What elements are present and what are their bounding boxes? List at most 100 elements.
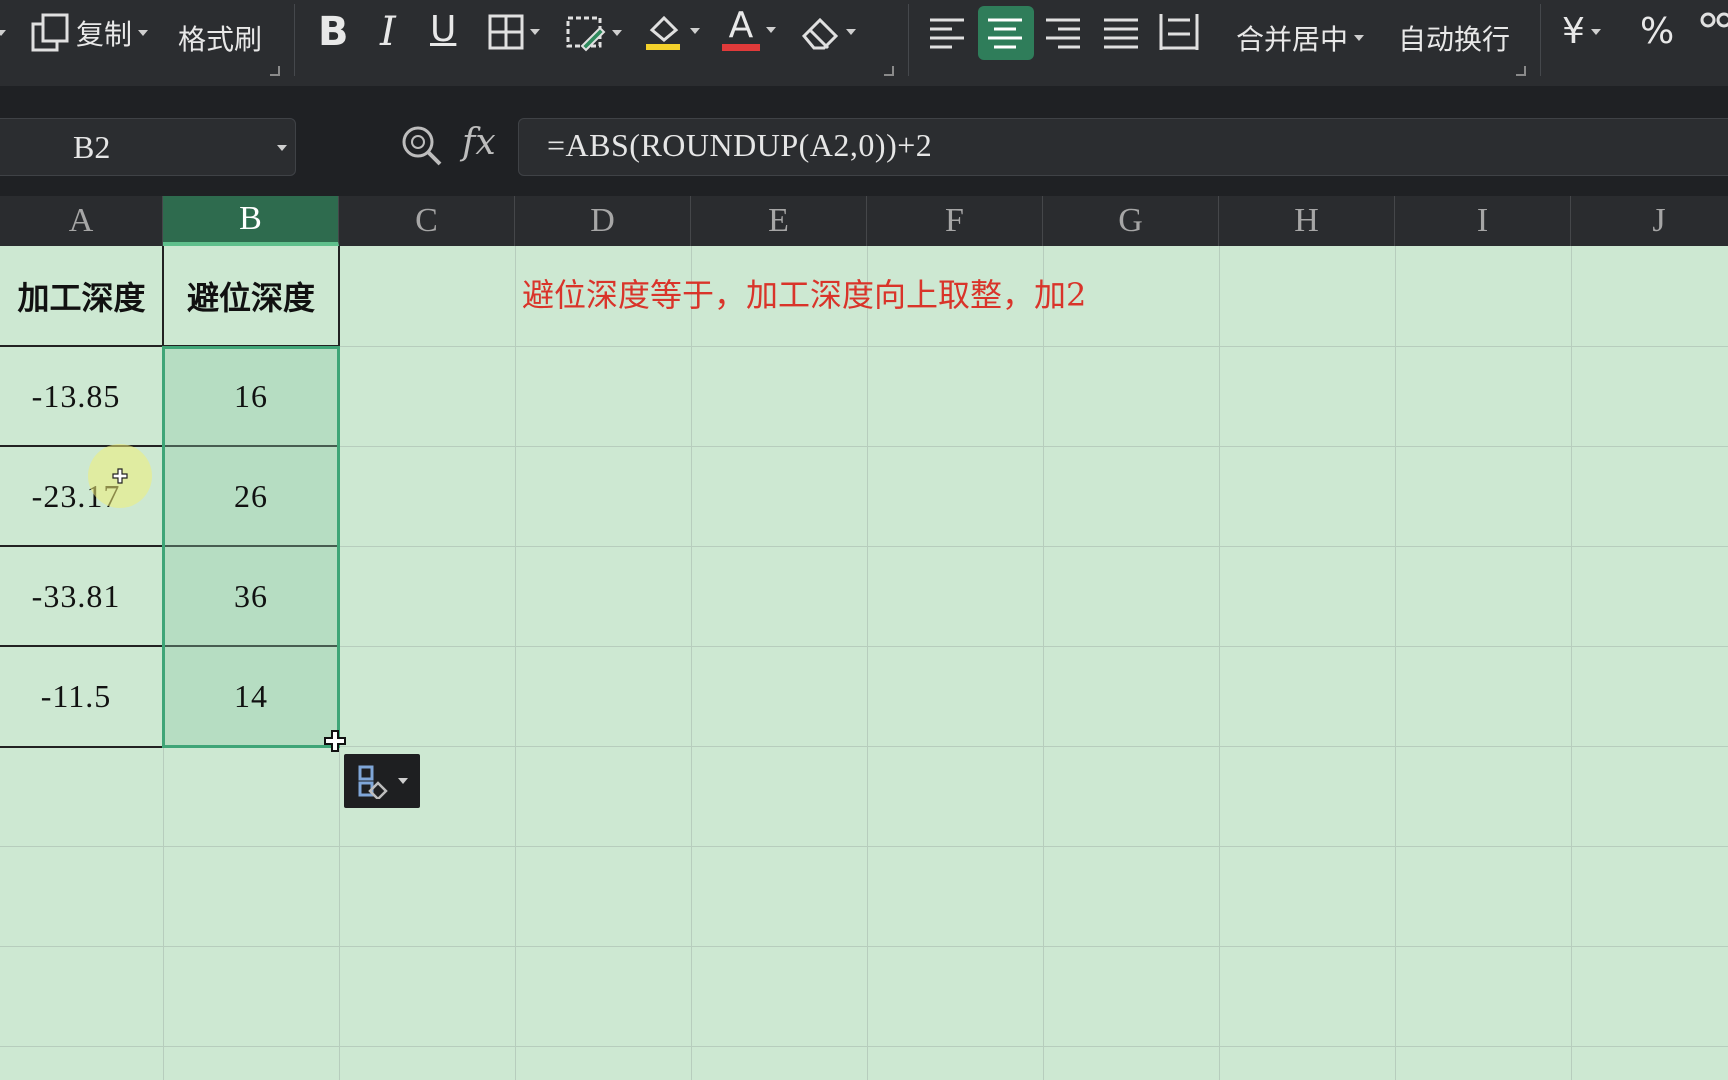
font-color-button[interactable]: A xyxy=(722,8,776,51)
cell-a2[interactable]: -13.85 xyxy=(0,346,152,446)
gridline xyxy=(691,246,692,1080)
separator xyxy=(294,4,295,76)
align-left-icon xyxy=(930,18,964,49)
wrap-text-button[interactable]: 自动换行 xyxy=(1398,18,1510,58)
eraser-icon xyxy=(801,17,839,50)
currency-dropdown-caret[interactable] xyxy=(1590,29,1601,35)
merge-center-dropdown-caret[interactable] xyxy=(1354,35,1365,41)
merge-center-label: 合并居中 xyxy=(1236,23,1349,56)
align-left-button[interactable] xyxy=(928,16,966,50)
column-header-g[interactable]: G xyxy=(1043,196,1219,246)
decimal-button[interactable] xyxy=(1700,10,1728,40)
underline-button[interactable]: U xyxy=(430,10,456,50)
align-right-button[interactable] xyxy=(1044,16,1082,50)
column-header-f[interactable]: F xyxy=(867,196,1043,246)
align-right-icon xyxy=(1046,18,1080,49)
cell-style-dropdown-caret[interactable] xyxy=(612,30,622,36)
font-color-bar xyxy=(722,44,760,51)
cell-b1[interactable]: 避位深度 xyxy=(163,246,339,346)
borders-button[interactable] xyxy=(488,14,540,50)
gridline xyxy=(1043,246,1044,1080)
gridline xyxy=(0,946,1728,947)
borders-icon xyxy=(488,14,524,50)
underline-icon: U xyxy=(430,9,457,50)
italic-icon: I xyxy=(380,9,396,55)
cell-a4[interactable]: -33.81 xyxy=(0,546,152,646)
cell-b4[interactable]: 36 xyxy=(163,546,339,646)
column-header-h[interactable]: H xyxy=(1219,196,1395,246)
name-box-value: B2 xyxy=(73,129,111,165)
align-center-icon xyxy=(988,18,1022,49)
cell-a1[interactable]: 加工深度 xyxy=(0,246,163,346)
merge-center-button[interactable]: 合并居中 xyxy=(1236,18,1365,58)
copy-icon xyxy=(31,13,69,52)
gridline xyxy=(0,1046,1728,1047)
name-box[interactable]: B2 xyxy=(0,118,296,176)
copy-label: 复制 xyxy=(76,18,133,51)
cell-b5[interactable]: 14 xyxy=(163,646,339,746)
distribute-icon xyxy=(1159,14,1199,50)
copy-dropdown-caret[interactable] xyxy=(138,30,149,36)
bold-icon: B xyxy=(318,9,349,55)
formula-input[interactable]: =ABS(ROUNDUP(A2,0))+2 xyxy=(518,118,1728,176)
justify-button[interactable] xyxy=(1102,16,1140,50)
column-header-i[interactable]: I xyxy=(1395,196,1571,246)
bold-button[interactable]: B xyxy=(318,12,349,52)
format-painter-label: 格式刷 xyxy=(178,23,263,56)
cell-style-button[interactable] xyxy=(566,14,622,52)
paste-options-icon xyxy=(358,765,388,799)
cell-a5[interactable]: -11.5 xyxy=(0,646,152,746)
insert-function-button[interactable]: fx xyxy=(462,122,496,163)
cell-format-icon xyxy=(566,16,606,52)
cursor-icon xyxy=(112,468,128,488)
distributed-align-button[interactable] xyxy=(1158,12,1200,52)
gridline xyxy=(1571,246,1572,1080)
gridline xyxy=(1219,246,1220,1080)
alignment-group-launcher[interactable] xyxy=(1516,66,1526,76)
wrap-text-label: 自动换行 xyxy=(1398,23,1511,56)
cell-b2[interactable]: 16 xyxy=(163,346,339,446)
column-header-d[interactable]: D xyxy=(515,196,691,246)
decimal-icon xyxy=(1700,12,1728,28)
justify-icon xyxy=(1104,18,1138,49)
spreadsheet-grid[interactable]: 加工深度 避位深度 避位深度等于，加工深度向上取整，加2 -13.85 16 -… xyxy=(0,246,1728,1080)
fill-color-dropdown-caret[interactable] xyxy=(690,28,700,34)
magnifier-icon xyxy=(402,126,442,166)
copy-button[interactable]: 复制 xyxy=(30,12,149,54)
align-center-button[interactable] xyxy=(986,16,1024,50)
cell-b3[interactable]: 26 xyxy=(163,446,339,546)
cell-d1-note[interactable]: 避位深度等于，加工深度向上取整，加2 xyxy=(522,270,1086,316)
font-color-bar-svg xyxy=(722,44,760,51)
percent-icon: % xyxy=(1640,11,1675,52)
paste-options-button[interactable] xyxy=(344,754,420,808)
fill-color-bar xyxy=(646,44,680,50)
font-color-dropdown-caret[interactable] xyxy=(766,26,776,33)
fill-color-button[interactable] xyxy=(644,10,700,52)
clipboard-group-launcher[interactable] xyxy=(270,66,280,76)
name-box-dropdown-caret[interactable] xyxy=(277,145,287,151)
font-group-launcher[interactable] xyxy=(884,66,894,76)
borders-dropdown-caret[interactable] xyxy=(530,29,540,35)
font-color-icon: A xyxy=(722,8,760,51)
gridline xyxy=(515,246,516,1080)
zoom-formula-button[interactable] xyxy=(400,124,444,172)
fill-color-icon xyxy=(646,15,680,50)
currency-icon: ¥ xyxy=(1562,11,1585,52)
clear-format-button[interactable] xyxy=(800,14,856,50)
fill-handle-cursor-icon[interactable] xyxy=(324,730,346,752)
column-header-c[interactable]: C xyxy=(339,196,515,246)
copy-caret-left[interactable] xyxy=(0,30,6,36)
formula-bar: B2 fx =ABS(ROUNDUP(A2,0))+2 xyxy=(0,86,1728,196)
italic-button[interactable]: I xyxy=(380,12,396,52)
column-header-a[interactable]: A xyxy=(0,196,163,246)
percent-button[interactable]: % xyxy=(1640,12,1674,52)
paste-options-dropdown-caret[interactable] xyxy=(398,778,408,784)
clear-format-dropdown-caret[interactable] xyxy=(846,29,856,35)
column-header-j[interactable]: J xyxy=(1571,196,1728,246)
column-header-b[interactable]: B xyxy=(163,196,339,246)
gridline xyxy=(0,846,1728,847)
format-painter-button[interactable]: 格式刷 xyxy=(178,18,262,58)
currency-button[interactable]: ¥ xyxy=(1562,12,1601,52)
column-header-e[interactable]: E xyxy=(691,196,867,246)
ribbon-toolbar: 复制 格式刷 B I U A 合并居中 自动换行 ¥ % xyxy=(0,0,1728,86)
